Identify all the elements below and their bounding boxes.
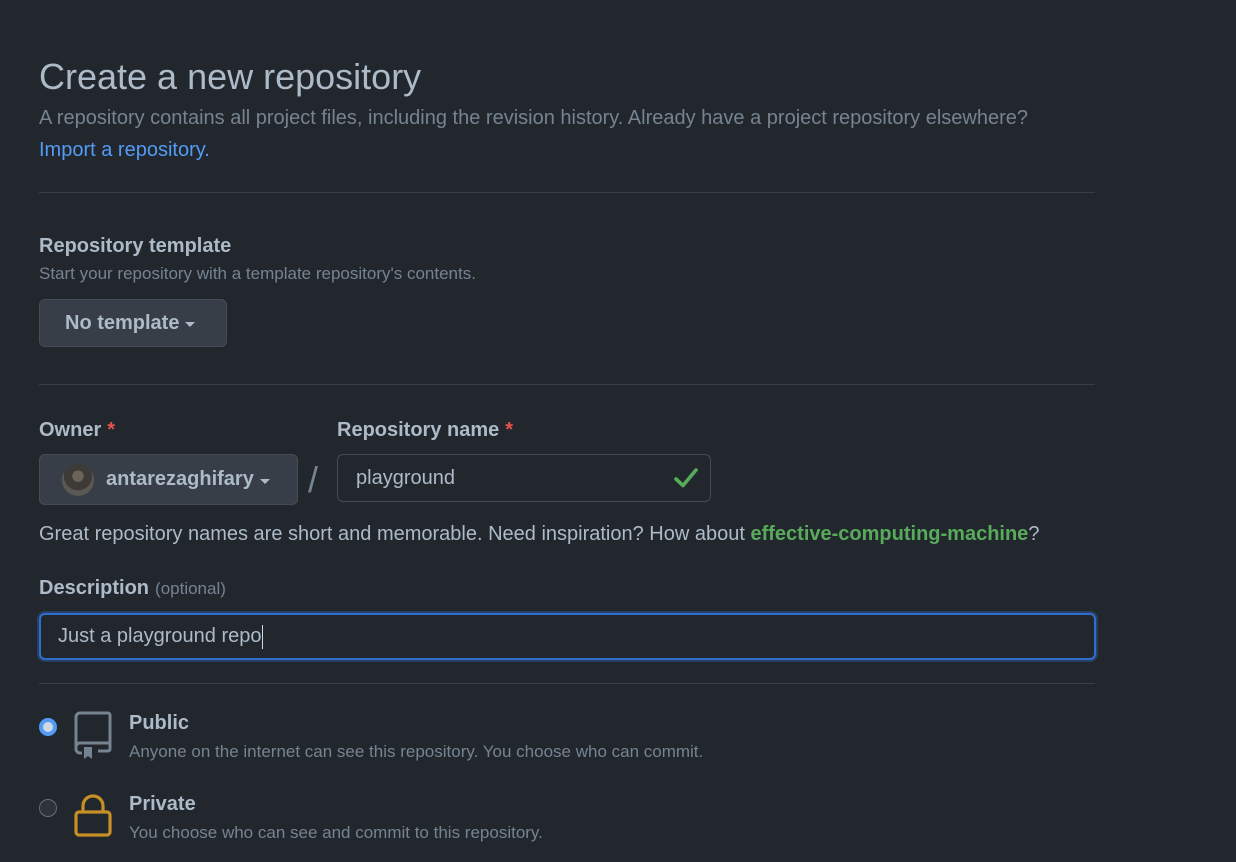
- page-title: Create a new repository: [39, 56, 422, 97]
- repo-name-value: playground: [356, 466, 455, 489]
- owner-label-text: Owner: [39, 419, 102, 441]
- owner-repo-separator: /: [308, 459, 319, 500]
- public-option-title: Public: [129, 712, 190, 734]
- optional-tag: (optional): [155, 579, 226, 598]
- text-cursor: [262, 624, 264, 649]
- divider: [39, 192, 1095, 193]
- check-icon: [674, 468, 698, 488]
- description-value: Just a playground repo: [58, 625, 262, 647]
- repo-icon: [74, 711, 112, 759]
- description-label: Description (optional): [39, 575, 226, 602]
- description-label-text: Description: [39, 577, 150, 599]
- import-repository-link[interactable]: Import a repository.: [39, 136, 210, 164]
- owner-dropdown-label: antarezaghifary: [106, 468, 254, 490]
- divider: [39, 683, 1095, 684]
- public-option-note: Anyone on the internet can see this repo…: [129, 742, 704, 761]
- repo-name-hint-suffix: ?: [1028, 523, 1040, 545]
- lock-icon: [74, 794, 112, 837]
- caret-down-icon: [259, 478, 270, 484]
- repo-name-hint-text: Great repository names are short and mem…: [39, 523, 751, 545]
- template-section-title: Repository template: [39, 235, 232, 257]
- owner-label: Owner *: [39, 417, 115, 443]
- public-radio[interactable]: [39, 718, 57, 736]
- repo-name-hint: Great repository names are short and mem…: [39, 520, 1039, 548]
- private-option-title: Private: [129, 793, 196, 815]
- repo-name-suggestion[interactable]: effective-computing-machine: [750, 523, 1028, 545]
- caret-down-icon: [185, 322, 196, 327]
- private-radio[interactable]: [39, 799, 57, 817]
- avatar: [62, 463, 94, 496]
- template-dropdown-button[interactable]: No template: [39, 299, 227, 347]
- repo-name-input[interactable]: playground: [337, 454, 711, 502]
- description-input[interactable]: Just a playground repo: [39, 613, 1096, 660]
- required-mark: *: [107, 419, 116, 441]
- template-dropdown-label: No template: [65, 311, 180, 334]
- create-repository-page: Create a new repository A repository con…: [0, 0, 1236, 862]
- private-option-note: You choose who can see and commit to thi…: [129, 823, 543, 842]
- divider: [39, 384, 1095, 385]
- owner-dropdown-button[interactable]: antarezaghifary: [39, 454, 298, 505]
- repo-name-label: Repository name *: [337, 417, 513, 443]
- template-section-note: Start your repository with a template re…: [39, 264, 476, 283]
- page-subtitle: A repository contains all project files,…: [39, 107, 1029, 129]
- required-mark: *: [505, 419, 514, 441]
- repo-name-label-text: Repository name: [337, 419, 500, 441]
